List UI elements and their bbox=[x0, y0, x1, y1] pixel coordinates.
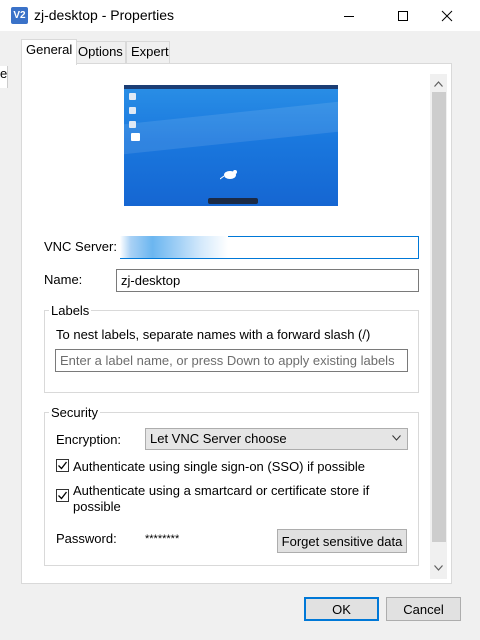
password-label: Password: bbox=[56, 531, 117, 546]
tab-expert[interactable]: Expert bbox=[126, 41, 170, 63]
scrollbar-thumb[interactable] bbox=[432, 92, 446, 542]
tab-general[interactable]: General bbox=[21, 39, 78, 65]
scroll-down-button[interactable] bbox=[430, 559, 447, 577]
checkmark-icon bbox=[58, 461, 68, 470]
close-icon bbox=[441, 10, 453, 21]
name-input[interactable]: zj-desktop bbox=[116, 269, 419, 292]
tab-options[interactable]: Options bbox=[73, 41, 126, 63]
smartcard-checkbox[interactable] bbox=[56, 489, 69, 502]
labels-hint: To nest labels, separate names with a fo… bbox=[56, 327, 371, 342]
smartcard-checkbox-label[interactable]: Authenticate using a smartcard or certif… bbox=[73, 483, 369, 499]
ok-button[interactable]: OK bbox=[304, 597, 379, 621]
preview-taskbar bbox=[208, 198, 258, 204]
label-input-placeholder: Enter a label name, or press Down to app… bbox=[60, 353, 395, 368]
close-button[interactable] bbox=[424, 0, 470, 31]
preview-desktop-icon bbox=[131, 133, 140, 141]
background-window-edge: e bbox=[0, 66, 8, 88]
window-title: zj-desktop - Properties bbox=[34, 7, 175, 23]
forget-sensitive-data-button[interactable]: Forget sensitive data bbox=[277, 529, 407, 553]
redacted-server-address bbox=[120, 236, 228, 258]
password-value: ******** bbox=[145, 533, 180, 545]
maximize-icon bbox=[398, 10, 408, 21]
background-window-text: e bbox=[0, 66, 8, 81]
sso-checkbox[interactable] bbox=[56, 459, 69, 472]
chevron-up-icon bbox=[434, 81, 443, 87]
chevron-down-icon bbox=[434, 565, 443, 571]
encryption-select[interactable]: Let VNC Server choose bbox=[145, 428, 408, 450]
security-group-title: Security bbox=[49, 405, 100, 420]
checkmark-icon bbox=[58, 491, 68, 500]
cancel-button[interactable]: Cancel bbox=[386, 597, 461, 621]
sso-checkbox-label[interactable]: Authenticate using single sign-on (SSO) … bbox=[73, 459, 365, 475]
xfce-mouse-logo-icon bbox=[220, 170, 237, 180]
labels-group-title: Labels bbox=[49, 303, 92, 318]
encryption-select-value: Let VNC Server choose bbox=[150, 431, 287, 446]
scroll-up-button[interactable] bbox=[430, 75, 447, 93]
chevron-down-icon bbox=[392, 435, 401, 441]
encryption-label: Encryption: bbox=[56, 432, 122, 447]
preview-desktop-icon bbox=[129, 93, 136, 100]
minimize-button[interactable] bbox=[326, 0, 372, 31]
vnc-server-label: VNC Server: bbox=[44, 239, 117, 254]
smartcard-checkbox-label-line2[interactable]: possible bbox=[73, 499, 121, 515]
preview-top-panel bbox=[124, 85, 338, 89]
name-label: Name: bbox=[44, 272, 83, 287]
label-input[interactable]: Enter a label name, or press Down to app… bbox=[55, 349, 408, 372]
preview-desktop-icon bbox=[129, 121, 136, 128]
maximize-button[interactable] bbox=[380, 0, 426, 31]
vnc-viewer-app-icon: V2 bbox=[11, 7, 28, 24]
minimize-icon bbox=[344, 15, 354, 17]
desktop-preview-thumbnail bbox=[124, 85, 338, 206]
preview-desktop-icon bbox=[129, 107, 136, 114]
